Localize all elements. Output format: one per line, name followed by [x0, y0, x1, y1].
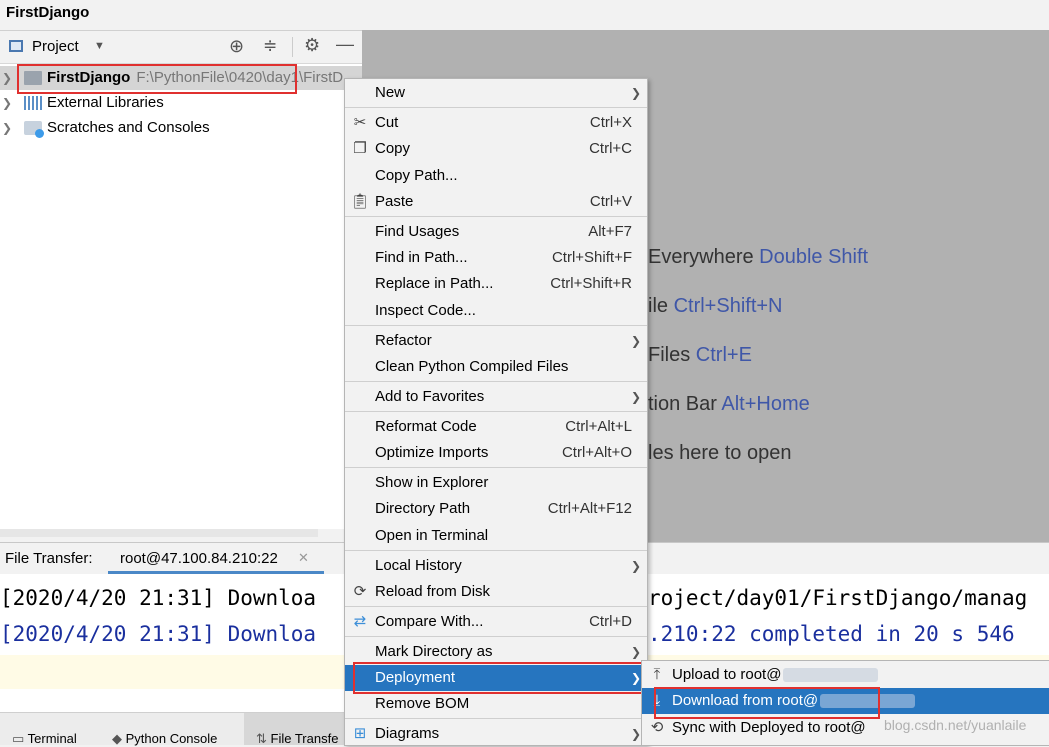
tab-terminal[interactable]: ▭ Terminal — [12, 731, 77, 747]
tree-item-external-libraries[interactable]: ❯ External Libraries — [0, 91, 362, 115]
editor-hint: Files Ctrl+E — [648, 344, 752, 366]
file-transfer-label: File Transfer: — [5, 550, 93, 567]
log-line: [2020/4/20 21:31] Downloa — [0, 622, 317, 646]
header-divider — [292, 37, 293, 57]
editor-hint: tion Bar Alt+Home — [648, 393, 810, 415]
menu-item-replace-in-path[interactable]: Replace in Path... Ctrl+Shift+R — [345, 271, 647, 297]
menu-item-cut[interactable]: ✂ Cut Ctrl+X — [345, 110, 647, 136]
tab-root-server[interactable]: root@47.100.84.210:22 ✕ — [108, 543, 324, 574]
menu-item-show-in-explorer[interactable]: Show in Explorer — [345, 470, 647, 496]
menu-item-optimize-imports[interactable]: Optimize Imports Ctrl+Alt+O — [345, 440, 647, 466]
menu-item-refactor[interactable]: Refactor ❯ — [345, 328, 647, 354]
menu-item-compare-with[interactable]: ⇄ Compare With... Ctrl+D — [345, 609, 647, 635]
highlight-box — [353, 662, 649, 694]
log-line-continued: roject/day01/FirstDjango/manag — [648, 586, 1028, 610]
tab-label: root@47.100.84.210:22 — [120, 550, 278, 567]
menu-item-diagrams[interactable]: ⊞ Diagrams ❯ — [345, 721, 647, 747]
highlight-box — [17, 64, 297, 94]
tree-item-scratches[interactable]: ❯ Scratches and Consoles — [0, 116, 362, 140]
project-panel-header: Project ▼ ⊕ ≑ ⚙ — — [0, 31, 362, 64]
gear-icon[interactable]: ⚙ — [304, 35, 320, 56]
compare-icon: ⇄ — [353, 613, 367, 630]
project-view-label[interactable]: Project — [32, 38, 79, 55]
menu-separator — [345, 381, 647, 382]
menu-item-local-history[interactable]: Local History ❯ — [345, 553, 647, 579]
chevron-right-icon: ❯ — [630, 559, 641, 573]
scissors-icon: ✂ — [353, 114, 367, 131]
scratches-icon — [24, 121, 44, 138]
library-icon — [24, 96, 42, 110]
menu-item-remove-bom[interactable]: Remove BOM — [345, 691, 647, 717]
paste-icon: 📋︎ — [350, 193, 370, 210]
tree-item-label: External Libraries — [47, 94, 164, 111]
collapse-all-icon[interactable]: ≑ — [263, 36, 277, 56]
context-menu: New ❯ ✂ Cut Ctrl+X ❐ Copy Ctrl+C Copy Path...… — [344, 78, 649, 747]
menu-separator — [345, 606, 647, 607]
menu-item-find-usages[interactable]: Find Usages Alt+F7 — [345, 219, 647, 245]
chevron-right-icon: ❯ — [630, 334, 641, 348]
menu-separator — [345, 636, 647, 637]
redacted-host — [783, 668, 879, 683]
tab-python-console[interactable]: ◆ Python Console — [112, 731, 217, 747]
menu-item-paste[interactable]: 📋︎ Paste Ctrl+V — [345, 189, 647, 215]
log-line: [2020/4/20 21:31] Downloa — [0, 586, 317, 610]
chevron-right-icon: ❯ — [630, 390, 641, 404]
menu-separator — [345, 467, 647, 468]
minimize-icon[interactable]: — — [336, 34, 354, 55]
project-view-icon — [9, 40, 23, 52]
menu-item-add-to-favorites[interactable]: Add to Favorites ❯ — [345, 384, 647, 410]
watermark: blog.csdn.net/yuanlaile — [884, 717, 1027, 733]
project-panel: Project ▼ ⊕ ≑ ⚙ — ❯ FirstDjango F:\Python… — [0, 30, 362, 537]
submenu-item-upload[interactable]: ⤒ Upload to root@ — [642, 662, 1049, 688]
menu-item-clean-python[interactable]: Clean Python Compiled Files — [345, 354, 647, 380]
menu-item-copy-path[interactable]: Copy Path... — [345, 163, 647, 189]
chevron-right-icon[interactable]: ❯ — [2, 91, 12, 115]
chevron-right-icon: ❯ — [630, 727, 641, 741]
locate-icon[interactable]: ⊕ — [229, 36, 244, 57]
chevron-right-icon[interactable]: ❯ — [2, 66, 12, 90]
chevron-right-icon[interactable]: ❯ — [2, 116, 12, 140]
tab-file-transfer[interactable]: ⇅ File Transfe — [244, 713, 347, 746]
menu-separator — [345, 718, 647, 719]
tree-item-label: Scratches and Consoles — [47, 119, 210, 136]
highlight-box — [654, 687, 880, 719]
editor-hint: ile Ctrl+Shift+N — [648, 295, 783, 317]
menu-separator — [345, 216, 647, 217]
diagram-icon: ⊞ — [353, 725, 367, 742]
menu-item-reformat-code[interactable]: Reformat Code Ctrl+Alt+L — [345, 414, 647, 440]
menu-item-new[interactable]: New ❯ — [345, 80, 647, 106]
menu-item-copy[interactable]: ❐ Copy Ctrl+C — [345, 136, 647, 162]
chevron-down-icon[interactable]: ▼ — [94, 40, 105, 52]
reload-icon: ⟳ — [353, 583, 367, 600]
title-bar: FirstDjango — [0, 0, 1049, 28]
editor-hint: les here to open — [648, 442, 792, 464]
menu-item-directory-path[interactable]: Directory Path Ctrl+Alt+F12 — [345, 496, 647, 522]
menu-separator — [345, 107, 647, 108]
menu-item-find-in-path[interactable]: Find in Path... Ctrl+Shift+F — [345, 245, 647, 271]
menu-separator — [345, 325, 647, 326]
menu-item-reload-from-disk[interactable]: ⟳ Reload from Disk — [345, 579, 647, 605]
menu-item-inspect-code[interactable]: Inspect Code... — [345, 298, 647, 324]
horizontal-scrollbar[interactable] — [0, 529, 318, 537]
deployment-submenu: ⤒ Upload to root@ ⤓ Download from root@ ⟲ S… — [641, 660, 1049, 746]
editor-hint: Everywhere Double Shift — [648, 246, 869, 268]
log-line-continued: .210:22 completed in 20 s 546 — [648, 622, 1015, 646]
menu-separator — [345, 550, 647, 551]
upload-icon: ⤒ — [653, 666, 661, 683]
chevron-right-icon: ❯ — [630, 86, 641, 100]
menu-separator — [345, 411, 647, 412]
menu-item-open-in-terminal[interactable]: Open in Terminal — [345, 523, 647, 549]
window-title: FirstDjango — [6, 4, 90, 21]
close-icon[interactable]: ✕ — [298, 550, 309, 566]
copy-icon: ❐ — [353, 140, 367, 157]
